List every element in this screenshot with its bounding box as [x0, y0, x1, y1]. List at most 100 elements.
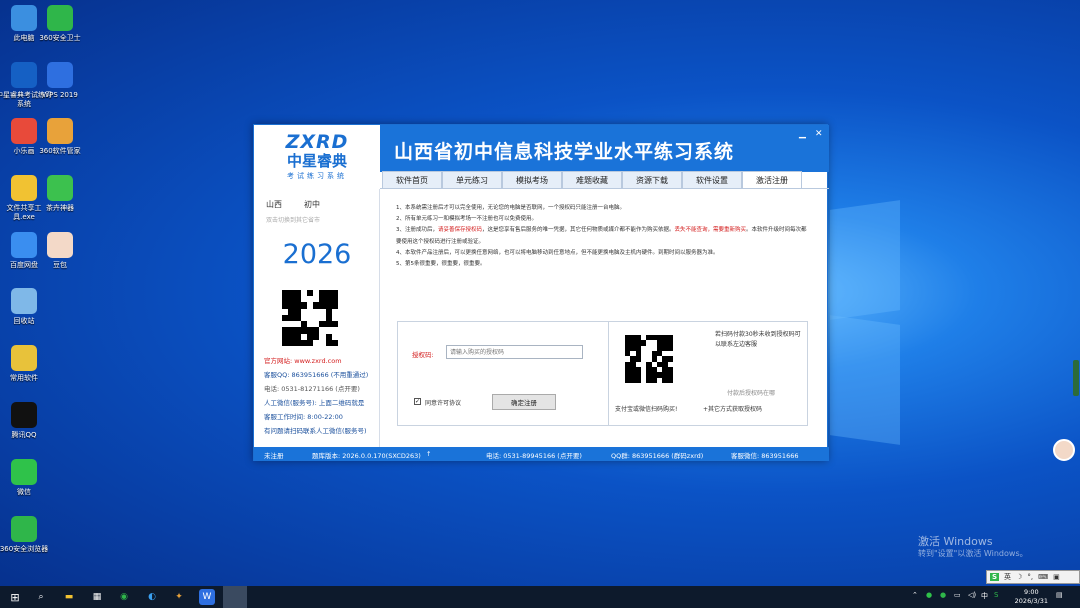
- website-link[interactable]: 官方网站: www.zxrd.com: [264, 357, 342, 365]
- desktop-icon-label: 常用软件: [10, 374, 38, 382]
- software-manager-icon[interactable]: ✦: [171, 589, 187, 605]
- desktop-icon[interactable]: 回收站: [0, 288, 52, 326]
- ime-mode[interactable]: 英: [1004, 572, 1011, 582]
- note-line: 4、本软件产品注册后，可以更换任意网络，也可以将电脑移动到任意地点，但不能更换电…: [396, 249, 719, 256]
- clock-date: 2026/3/31: [1014, 597, 1048, 605]
- tray-sogou-icon[interactable]: S: [994, 591, 998, 599]
- doubao-avatar-icon: [47, 232, 73, 258]
- store-icon[interactable]: ▦: [89, 589, 105, 605]
- keyboard-icon[interactable]: ⌨: [1038, 573, 1048, 581]
- clock-time: 9:00: [1024, 588, 1039, 596]
- app-window: 山西省初中信息科技学业水平练习系统 ▁ ✕ ZXRD 中星睿典 考试练习系统 软…: [253, 124, 829, 461]
- reg-state: 未注册: [264, 452, 284, 460]
- confirm-register-button[interactable]: 确定注册: [492, 394, 556, 410]
- sogou-icon[interactable]: S: [990, 573, 1000, 581]
- qq-info: 客服QQ: 863951666 (不用重通过): [264, 371, 369, 379]
- payment-panel: 若扫码付款30秒未收到授权码可以联系左边客服 付款后授权码在哪 支付宝或微信扫码…: [608, 321, 808, 426]
- after-pay-link[interactable]: 付款后授权码在哪: [727, 389, 775, 399]
- region-selector[interactable]: 山西 初中: [266, 199, 342, 210]
- tray-lang[interactable]: 中: [981, 591, 988, 601]
- status-phone: 电话: 0531-89945166 (点开要): [486, 452, 582, 460]
- close-icon[interactable]: ✕: [815, 129, 823, 139]
- desktop-icon-label: 360软件管家: [39, 147, 81, 155]
- tab-4[interactable]: 资源下载: [622, 171, 682, 189]
- activation-watermark-title: 激活 Windows: [918, 535, 993, 548]
- notification-icon[interactable]: ▤: [1056, 591, 1063, 599]
- tab-2[interactable]: 模拟考场: [502, 171, 562, 189]
- edge-icon[interactable]: ◐: [144, 589, 160, 605]
- status-bar: 未注册 题库版本: 2026.0.0.170(SXCD263) ↑ 电话: 05…: [254, 447, 829, 461]
- note-line: 5、第5条很重要，很重要，很重要。: [396, 261, 486, 268]
- hours-info: 客服工作时间: 8:00-22:00: [264, 413, 343, 421]
- tray-network-icon[interactable]: ▭: [954, 591, 961, 599]
- side-widget-handle[interactable]: [1073, 360, 1079, 396]
- desktop-icon-label: 茶卉神器: [46, 204, 74, 212]
- status-wechat: 客服微信: 863951666: [731, 452, 799, 460]
- tray-chevron-icon[interactable]: ⌃: [912, 591, 918, 599]
- auth-code-input[interactable]: [446, 345, 583, 359]
- tab-bar: 软件首页 单元练习 模拟考场 难题收藏 资源下载 软件设置 激活注册: [382, 171, 802, 189]
- app-logo: ZXRD 中星睿典 考试练习系统: [254, 125, 380, 189]
- file-explorer-icon[interactable]: ▬: [61, 589, 77, 605]
- note-line: 2、所有单元练习一和模拟考场一不注册也可以免费使用。: [396, 216, 538, 223]
- windows-start-icon[interactable]: ⊞: [7, 589, 23, 605]
- desktop-icon[interactable]: 360安全卫士: [32, 5, 88, 43]
- desktop-icon-label: 微信: [17, 488, 31, 496]
- tab-5[interactable]: 软件设置: [682, 171, 742, 189]
- search-icon[interactable]: ⌕: [33, 589, 49, 605]
- contact-note: 有问题请扫码联系人工微信(服务号): [264, 427, 367, 435]
- desktop-icon-label: 腾讯QQ: [11, 431, 37, 439]
- tray-volume-icon[interactable]: ◁): [968, 591, 976, 599]
- other-method-link[interactable]: +其它方式获取授权码: [703, 405, 762, 415]
- auth-code-label: 授权码:: [412, 351, 434, 359]
- wps-icon: [47, 62, 73, 88]
- register-panel: 授权码: ✓ 同意许可协议 确定注册: [397, 321, 609, 426]
- desktop-icon[interactable]: 腾讯QQ: [0, 402, 52, 440]
- wechat-icon: [11, 459, 37, 485]
- wechat-tool-icon: [47, 175, 73, 201]
- registration-notes: 1、本系统需注册后才可以完全使用，无论您的电脑是否联网，一个授权码只能注册一台电…: [396, 203, 811, 270]
- version-info: 题库版本: 2026.0.0.170(SXCD263): [312, 452, 421, 460]
- tab-3[interactable]: 难题收藏: [562, 171, 622, 189]
- ime-toolbar[interactable]: S 英 ☽ °, ⌨ ▣: [986, 570, 1080, 584]
- logo-cn: 中星睿典: [286, 152, 347, 170]
- shield-plus-icon: [47, 5, 73, 31]
- desktop-icon[interactable]: WPS 2019: [32, 62, 88, 100]
- switch-region-hint: 双击切换到其它省市: [266, 217, 321, 224]
- tab-0[interactable]: 软件首页: [382, 171, 442, 189]
- moon-icon[interactable]: ☽: [1016, 573, 1022, 581]
- phone-info: 电话: 0531-81271166 (点开要): [264, 385, 360, 393]
- wps-icon[interactable]: W: [199, 589, 215, 605]
- desktop-icon[interactable]: 豆包: [32, 232, 88, 270]
- upgrade-arrow-icon[interactable]: ↑: [426, 450, 431, 458]
- tab-6[interactable]: 激活注册: [742, 171, 802, 189]
- desktop-icon-label: WPS 2019: [42, 91, 78, 99]
- desktop-icon-label: 回收站: [13, 317, 35, 325]
- archive-icon: [11, 345, 37, 371]
- assistant-avatar-icon[interactable]: [1053, 439, 1075, 461]
- pay-hint: 支付宝或微信扫码购买!: [615, 406, 678, 413]
- desktop-icon[interactable]: 360安全浏览器: [0, 516, 52, 554]
- minimize-icon[interactable]: ▁: [799, 129, 806, 139]
- desktop-icon[interactable]: 茶卉神器: [32, 175, 88, 213]
- tray-360-icon[interactable]: ●: [940, 591, 946, 599]
- wallpaper-glow: [830, 200, 900, 320]
- agree-checkbox[interactable]: ✓: [414, 398, 421, 405]
- tab-1[interactable]: 单元练习: [442, 171, 502, 189]
- logo-text: ZXRD: [285, 131, 349, 153]
- scan-hint: 若扫码付款30秒未收到授权码可以联系左边客服: [715, 331, 801, 348]
- note-line: 3、注册成功后，请妥善保存授权码，这是您享有售后服务的唯一凭据，其它任何物质或媒…: [396, 227, 807, 245]
- desktop-icon[interactable]: 360软件管家: [32, 118, 88, 156]
- taskbar: ⊞ ⌕ ▬ ▦ ◉ ◐ ✦ W IT ⌃ ● ● ▭ ◁) 中 S 9:00 2…: [0, 586, 1080, 608]
- service-qr-code: [282, 290, 338, 346]
- clock[interactable]: 9:00 2026/3/31: [1015, 588, 1048, 606]
- year-label: 2026: [282, 239, 352, 270]
- software-manager-icon: [47, 118, 73, 144]
- punct-icon[interactable]: °,: [1027, 573, 1033, 581]
- tray-wechat-icon[interactable]: ●: [926, 591, 932, 599]
- desktop-icon[interactable]: 微信: [0, 459, 52, 497]
- skin-icon[interactable]: ▣: [1053, 573, 1060, 581]
- desktop-icon-label: 豆包: [53, 261, 67, 269]
- 360-browser-icon[interactable]: ◉: [116, 589, 132, 605]
- desktop-icon[interactable]: 常用软件: [0, 345, 52, 383]
